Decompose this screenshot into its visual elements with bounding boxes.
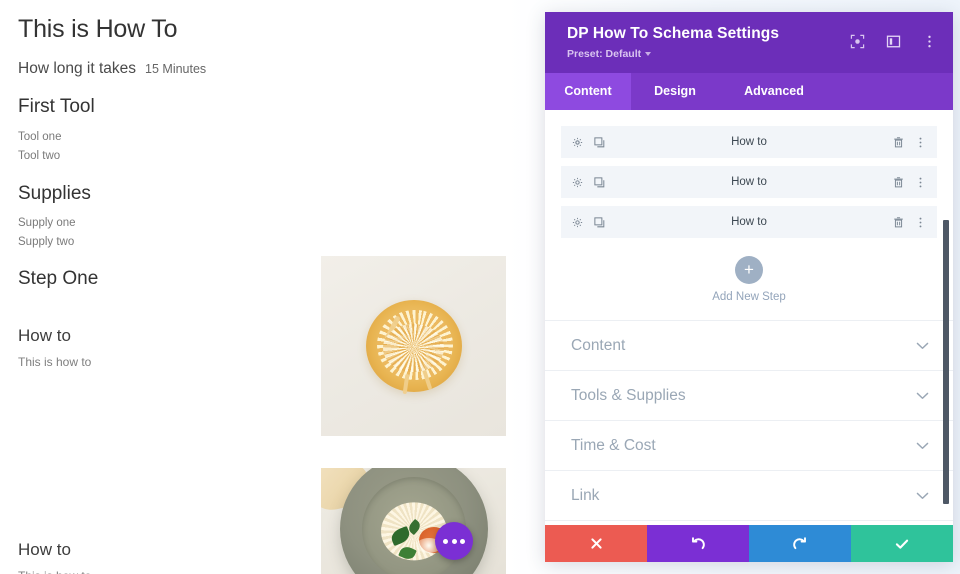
duplicate-icon[interactable] — [593, 216, 606, 229]
tab-advanced[interactable]: Advanced — [719, 73, 829, 110]
redo-icon — [793, 536, 806, 549]
row-label: How to — [731, 216, 767, 228]
tools-block: First Tool Tool one Tool two — [18, 95, 527, 166]
panel-footer — [545, 525, 953, 562]
accordion-content[interactable]: Content — [545, 321, 953, 371]
table-row[interactable]: How to — [561, 206, 937, 238]
accordion-label: Time & Cost — [571, 436, 656, 454]
supplies-heading: Supplies — [18, 182, 91, 204]
redo-button[interactable] — [749, 525, 851, 562]
duplicate-icon[interactable] — [593, 136, 606, 149]
duration-row: How long it takes 15 Minutes — [18, 60, 527, 78]
more-options-fab[interactable] — [435, 522, 473, 560]
step-heading: How to This is how to — [18, 326, 91, 369]
save-button[interactable] — [851, 525, 953, 562]
screen: This is How To How long it takes 15 Minu… — [0, 0, 960, 574]
tool-item: Tool two — [18, 149, 61, 162]
table-row[interactable]: How to — [561, 126, 937, 158]
pasta-plate-photo — [321, 468, 506, 574]
gear-icon[interactable] — [571, 216, 584, 229]
panel-header: DP How To Schema Settings Preset: Defaul… — [545, 12, 953, 73]
gear-icon[interactable] — [571, 176, 584, 189]
kebab-menu-icon[interactable] — [914, 176, 927, 189]
duration-value: 15 Minutes — [145, 62, 207, 76]
accordion-time-cost[interactable]: Time & Cost — [545, 421, 953, 471]
supply-item: Supply one — [18, 217, 76, 230]
dot-icon — [451, 538, 457, 544]
preset-selector[interactable]: Preset: Default — [567, 48, 652, 60]
page-preview: This is How To How long it takes 15 Minu… — [0, 0, 545, 574]
check-icon — [895, 539, 909, 549]
accordion-link[interactable]: Link — [545, 471, 953, 521]
kebab-menu-icon[interactable] — [914, 216, 927, 229]
trash-icon[interactable] — [892, 136, 905, 149]
panel-body: How to How to How to + Add New Step Cont… — [545, 110, 953, 525]
tool-item: Tool one — [18, 130, 62, 143]
step-heading: How to This is how to — [18, 540, 91, 574]
kebab-menu-icon[interactable] — [914, 136, 927, 149]
row-label: How to — [731, 136, 767, 148]
kebab-menu-icon[interactable] — [922, 34, 937, 49]
undo-icon — [692, 536, 705, 549]
focus-target-icon[interactable] — [850, 34, 865, 49]
pasta-nest-photo — [321, 256, 506, 436]
preset-label: Preset: Default — [567, 48, 642, 60]
tools-heading: First Tool — [18, 96, 95, 117]
chevron-down-icon[interactable] — [916, 442, 929, 450]
duration-label: How long it takes — [18, 60, 137, 77]
panel-layout-icon[interactable] — [886, 34, 901, 49]
chevron-down-icon — [645, 52, 652, 56]
chevron-down-icon[interactable] — [916, 492, 929, 500]
accordion-label: Tools & Supplies — [571, 386, 686, 404]
undo-button[interactable] — [647, 525, 749, 562]
trash-icon[interactable] — [892, 216, 905, 229]
accordion-label: Link — [571, 486, 600, 504]
duplicate-icon[interactable] — [593, 176, 606, 189]
chevron-down-icon[interactable] — [916, 392, 929, 400]
add-new-step-label[interactable]: Add New Step — [545, 291, 953, 303]
settings-panel: DP How To Schema Settings Preset: Defaul… — [545, 12, 953, 562]
close-icon — [590, 538, 602, 549]
accordion-tools-supplies[interactable]: Tools & Supplies — [545, 371, 953, 421]
tab-content[interactable]: Content — [545, 73, 631, 110]
supply-item: Supply two — [18, 236, 75, 249]
step-heading-text: How to — [18, 326, 71, 345]
row-label: How to — [731, 176, 767, 188]
step-description: This is how to — [18, 569, 91, 574]
dot-icon — [443, 538, 448, 544]
gear-icon[interactable] — [571, 136, 584, 149]
tab-design[interactable]: Design — [631, 73, 719, 110]
panel-scrollbar[interactable] — [943, 220, 949, 504]
accordion-list: Content Tools & Supplies Time & Cost Lin… — [545, 320, 953, 521]
dot-icon — [460, 538, 465, 544]
accordion-label: Content — [571, 336, 626, 354]
plus-icon[interactable]: + — [735, 256, 763, 284]
panel-header-icons — [850, 34, 937, 49]
chevron-down-icon[interactable] — [916, 342, 929, 350]
step-list: How to How to How to — [545, 110, 953, 238]
cancel-button[interactable] — [545, 525, 647, 562]
add-new-step[interactable]: + Add New Step — [545, 246, 953, 320]
trash-icon[interactable] — [892, 176, 905, 189]
page-title: This is How To — [18, 15, 178, 43]
supplies-block: Supplies Supply one Supply two — [18, 182, 527, 253]
step-description: This is how to — [18, 355, 92, 369]
table-row[interactable]: How to — [561, 166, 937, 198]
step-heading-text: How to — [18, 540, 71, 559]
panel-tabs: Content Design Advanced — [545, 73, 953, 110]
